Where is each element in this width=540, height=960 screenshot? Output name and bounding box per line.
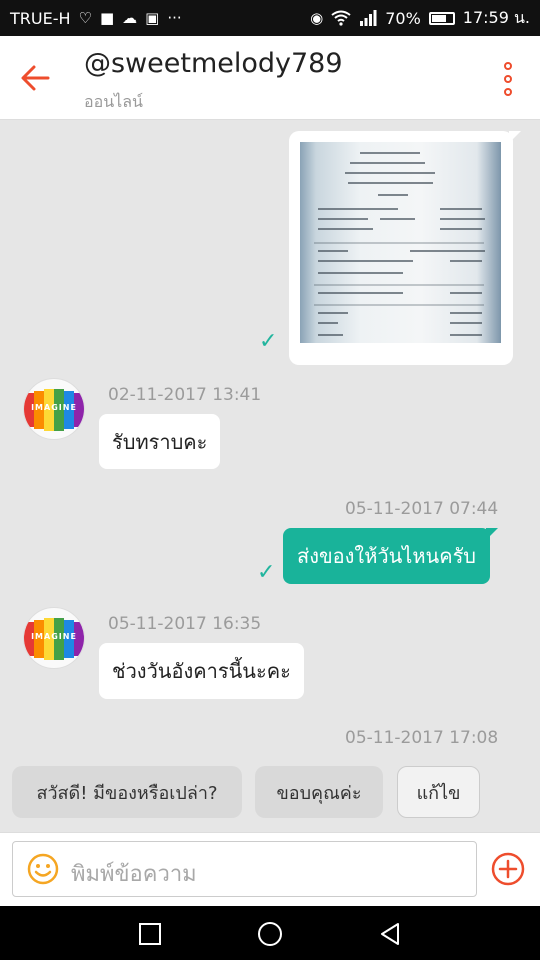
- battery-label: 70%: [385, 8, 421, 28]
- online-status: ออนไลน์: [84, 92, 143, 111]
- message-timestamp: 02-11-2017 13:41: [108, 385, 262, 405]
- avatar[interactable]: IMAGINE: [23, 378, 85, 440]
- system-nav-bar: [0, 906, 540, 960]
- heartbeat-icon: ♡: [78, 9, 92, 27]
- avatar-label: IMAGINE: [31, 403, 77, 412]
- chat-area[interactable]: ✓ IMAGINE 02-11-2017 13:41 รับทราบคะ 05-…: [0, 121, 540, 751]
- facebook-icon: ■: [99, 9, 115, 27]
- home-icon[interactable]: [256, 920, 284, 948]
- avatar-label: IMAGINE: [31, 632, 77, 641]
- wifi-icon: [331, 10, 351, 26]
- status-right: ◉ 70% 17:59 น.: [310, 6, 530, 31]
- sent-check-icon: ✓: [257, 560, 276, 585]
- receipt-photo[interactable]: [300, 142, 501, 343]
- message-timestamp: 05-11-2017 17:08: [345, 728, 499, 748]
- edit-quick-replies-button[interactable]: แก้ไข: [397, 766, 480, 818]
- chat-title: @sweetmelody789: [84, 48, 343, 79]
- status-bar: TRUE-H ♡ ■ ☁ ▣ ··· ◉ 70% 17:59 น.: [0, 0, 540, 36]
- quick-reply-greeting[interactable]: สวัสดี! มีของหรือเปล่า?: [12, 766, 242, 818]
- message-timestamp: 05-11-2017 07:44: [345, 499, 499, 519]
- recent-apps-icon[interactable]: [136, 920, 164, 948]
- quick-reply-thanks[interactable]: ขอบคุณค่ะ: [255, 766, 383, 818]
- image-icon: ▣: [145, 9, 160, 27]
- add-attachment-icon[interactable]: [491, 852, 525, 886]
- message-placeholder: พิมพ์ข้อความ: [71, 862, 197, 887]
- emoji-icon[interactable]: [27, 853, 59, 885]
- incoming-message[interactable]: รับทราบคะ: [99, 414, 221, 469]
- back-arrow-icon[interactable]: [16, 58, 56, 98]
- chat-header: @sweetmelody789 ออนไลน์: [0, 36, 540, 120]
- sent-check-icon: ✓: [259, 329, 278, 354]
- message-timestamp: 05-11-2017 16:35: [108, 614, 262, 634]
- cloud-icon: ☁: [122, 9, 138, 27]
- battery-icon: [428, 11, 455, 25]
- avatar[interactable]: IMAGINE: [23, 607, 85, 669]
- carrier-label: TRUE-H: [10, 8, 71, 28]
- time-label: 17:59 น.: [462, 7, 530, 27]
- image-message[interactable]: [289, 131, 521, 365]
- status-left: TRUE-H ♡ ■ ☁ ▣ ···: [10, 9, 182, 28]
- message-input[interactable]: พิมพ์ข้อความ: [12, 841, 477, 897]
- more-icon: ···: [167, 9, 182, 27]
- back-icon[interactable]: [376, 920, 404, 948]
- incoming-message[interactable]: ช่วงวันอังคารนี้นะคะ: [99, 643, 304, 699]
- signal-icon: [360, 10, 377, 26]
- more-options-icon[interactable]: [502, 62, 514, 96]
- outgoing-message[interactable]: ส่งของให้วันไหนครับ: [283, 528, 499, 584]
- eye-icon: ◉: [310, 9, 324, 27]
- message-input-bar: พิมพ์ข้อความ: [0, 832, 540, 906]
